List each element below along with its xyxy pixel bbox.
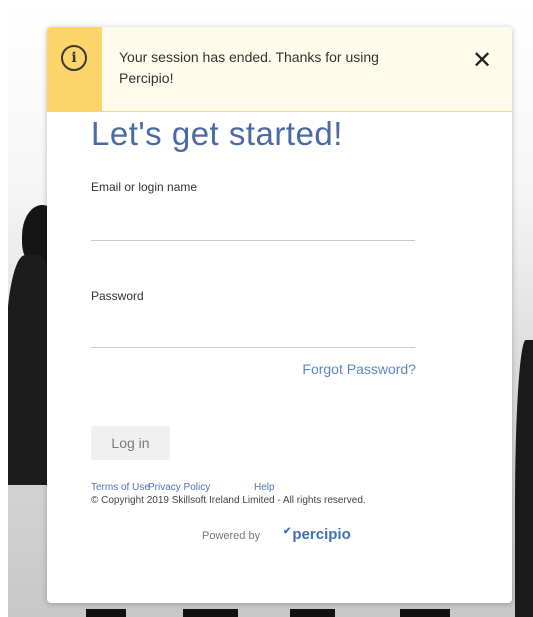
brand-name: percipio	[292, 526, 351, 543]
person-feet	[400, 609, 450, 617]
login-button[interactable]: Log in	[91, 426, 170, 460]
banner-accent-stripe: i	[47, 27, 102, 111]
login-card: i Your session has ended. Thanks for usi…	[47, 27, 512, 603]
password-label: Password	[91, 289, 144, 303]
person-silhouette-right	[515, 340, 533, 617]
email-field[interactable]	[91, 210, 415, 241]
checkmark-icon: ✔	[283, 526, 292, 537]
copyright-text: © Copyright 2019 Skillsoft Ireland Limit…	[91, 495, 366, 506]
info-icon: i	[61, 45, 87, 71]
person-feet	[290, 609, 335, 617]
privacy-policy-link[interactable]: Privacy Policy	[148, 482, 210, 493]
close-icon[interactable]: ✕	[467, 45, 497, 75]
percipio-logo: ✔percipio	[283, 526, 351, 543]
banner-message: Your session has ended. Thanks for using…	[119, 49, 379, 86]
powered-by-text: Powered by	[202, 530, 261, 542]
help-link[interactable]: Help	[254, 482, 275, 493]
forgot-password-link[interactable]: Forgot Password?	[302, 361, 416, 377]
password-field[interactable]	[91, 317, 415, 348]
page-title: Let's get started!	[91, 115, 343, 152]
person-feet	[183, 609, 238, 617]
session-ended-banner: i Your session has ended. Thanks for usi…	[47, 27, 512, 112]
person-feet	[86, 609, 126, 617]
email-label: Email or login name	[91, 180, 198, 194]
terms-of-use-link[interactable]: Terms of Use	[91, 482, 150, 493]
